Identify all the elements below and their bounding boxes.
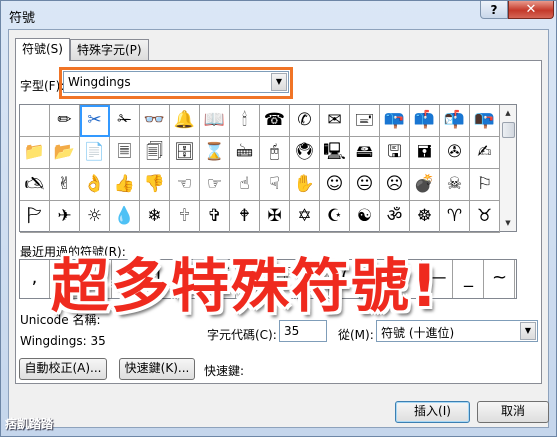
symbol-cell[interactable]: ☠ xyxy=(440,169,470,201)
symbol-cell[interactable]: 😐 xyxy=(350,169,380,201)
symbol-cell[interactable]: 🖃 xyxy=(350,105,380,137)
symbol-cell[interactable]: 🗐 xyxy=(140,137,170,169)
symbol-cell[interactable]: ॐ xyxy=(380,201,410,233)
symbol-cell[interactable]: 📁 xyxy=(20,137,50,169)
scroll-thumb[interactable] xyxy=(502,122,515,138)
symbol-cell[interactable]: ✍ xyxy=(470,137,500,169)
symbol-cell[interactable]: 🏱 xyxy=(20,201,50,233)
symbol-cell[interactable]: ✡ xyxy=(290,201,320,233)
symbol-cell[interactable]: ✈ xyxy=(50,201,80,233)
symbol-cell[interactable]: ✞ xyxy=(200,201,230,233)
symbol-cell[interactable]: 👍 xyxy=(110,169,140,201)
from-select[interactable]: 符號 (十進位) ▼ xyxy=(376,320,538,342)
close-button[interactable]: ✕ xyxy=(508,1,554,19)
char-code-label: 字元代碼(C): xyxy=(207,328,277,342)
overlay-banner: 超多特殊符號! xyxy=(51,252,440,320)
char-description: Wingdings: 35 xyxy=(20,334,106,348)
tab-symbols[interactable]: 符號(S) xyxy=(15,38,70,61)
chevron-down-icon[interactable]: ▼ xyxy=(520,322,536,340)
symbol-cell[interactable]: ☎ xyxy=(260,105,290,137)
symbol-cell[interactable]: 🖫 xyxy=(380,137,410,169)
symbol-cell[interactable]: 🔔 xyxy=(170,105,200,137)
symbol-cell[interactable]: ☪ xyxy=(320,201,350,233)
scroll-down-icon[interactable]: ▼ xyxy=(500,215,516,231)
symbol-cell[interactable]: 🖳 xyxy=(320,137,350,169)
symbol-cell[interactable]: 🖬 xyxy=(410,137,440,169)
autocorrect-button[interactable]: 自動校正(A)... xyxy=(19,358,107,380)
symbol-cell[interactable]: ☺ xyxy=(320,169,350,201)
tab-special-characters[interactable]: 特殊字元(P) xyxy=(70,39,149,60)
symbol-cell[interactable]: 🗄 xyxy=(170,137,200,169)
char-code-input[interactable]: 35 xyxy=(279,320,327,342)
unicode-name-label: Unicode 名稱: xyxy=(20,313,101,327)
symbol-cell[interactable]: ✆ xyxy=(290,105,320,137)
symbol-cell[interactable]: ✂ xyxy=(80,105,110,137)
symbol-cell[interactable]: ☯ xyxy=(350,201,380,233)
help-button[interactable]: ? xyxy=(480,1,508,19)
symbol-cell[interactable]: 📭 xyxy=(470,105,500,137)
symbol-cell[interactable]: ♈ xyxy=(440,201,470,233)
symbol-cell[interactable]: ☜ xyxy=(170,169,200,201)
symbol-cell[interactable]: ❄ xyxy=(140,201,170,233)
symbol-cell[interactable]: ☝ xyxy=(230,169,260,201)
symbol-cell[interactable]: ☼ xyxy=(80,201,110,233)
symbol-cell[interactable]: 💧 xyxy=(110,201,140,233)
shortcut-key-button[interactable]: 快速鍵(K)... xyxy=(119,358,195,380)
symbol-cell[interactable]: 🕈 xyxy=(230,201,260,233)
symbol-cell[interactable]: 💣 xyxy=(410,169,440,201)
symbol-cell[interactable]: ⚐ xyxy=(470,169,500,201)
scroll-up-icon[interactable]: ▲ xyxy=(500,105,516,121)
symbol-cell[interactable]: 📬 xyxy=(440,105,470,137)
symbol-cell[interactable]: 🖲 xyxy=(290,137,320,169)
from-label: 從(M): xyxy=(338,328,374,342)
symbol-cell[interactable]: 🗏 xyxy=(110,137,140,169)
symbol-cell[interactable]: 🕯 xyxy=(230,105,260,137)
symbol-cell[interactable]: 🖎 xyxy=(20,169,50,201)
symbol-cell[interactable]: ✠ xyxy=(260,201,290,233)
symbol-cell[interactable]: ♉ xyxy=(470,201,500,233)
symbol-dialog: 符號 ? ✕ 符號(S) 特殊字元(P) 字型(F): Wingdings ▼ … xyxy=(0,0,557,437)
symbol-cell[interactable]: 🖮 xyxy=(230,137,260,169)
shortcut-label: 快速鍵: xyxy=(204,364,245,378)
symbol-cell[interactable]: ✉ xyxy=(320,105,350,137)
font-label: 字型(F): xyxy=(20,79,65,93)
title-bar: 符號 ? ✕ xyxy=(1,1,556,29)
symbol-cell[interactable]: 📫 xyxy=(410,105,440,137)
symbol-cell[interactable]: 🖴 xyxy=(350,137,380,169)
symbol-cell[interactable]: ☞ xyxy=(200,169,230,201)
symbol-cell[interactable]: ☹ xyxy=(380,169,410,201)
window-title: 符號 xyxy=(9,11,36,26)
symbol-cell[interactable] xyxy=(20,105,50,137)
symbol-cell[interactable]: 👓 xyxy=(140,105,170,137)
symbol-cell[interactable]: 📂 xyxy=(50,137,80,169)
watermark: 痞凱踏踏 xyxy=(5,417,54,431)
symbol-cell[interactable]: 👌 xyxy=(80,169,110,201)
symbol-cell[interactable]: ⌛ xyxy=(200,137,230,169)
from-select-value: 符號 (十進位) xyxy=(381,326,455,340)
symbol-cell[interactable]: ☸ xyxy=(410,201,440,233)
symbol-cell[interactable]: ✁ xyxy=(110,105,140,137)
cancel-button[interactable]: 取消 xyxy=(477,401,549,423)
font-highlight-box xyxy=(59,67,293,99)
symbol-cell[interactable]: ✌ xyxy=(50,169,80,201)
symbol-cell[interactable]: 📪 xyxy=(380,105,410,137)
symbol-cell[interactable]: 📖 xyxy=(200,105,230,137)
insert-button[interactable]: 插入(I) xyxy=(395,401,470,423)
symbol-cell[interactable]: ☟ xyxy=(260,169,290,201)
recent-symbol-cell[interactable]: , xyxy=(20,260,50,298)
symbol-cell[interactable]: 🖰 xyxy=(260,137,290,169)
symbol-grid-scrollbar[interactable]: ▲ ▼ xyxy=(500,104,517,232)
symbol-cell[interactable]: ✏ xyxy=(50,105,80,137)
symbol-cell[interactable]: 📄 xyxy=(80,137,110,169)
symbol-cell[interactable]: ✋ xyxy=(290,169,320,201)
symbol-cell[interactable]: 👎 xyxy=(140,169,170,201)
symbol-cell[interactable]: 🕆 xyxy=(170,201,200,233)
symbol-grid: ✏ ✂ ✁ 👓 🔔 📖 🕯 ☎ ✆ ✉ 🖃 📪 📫 📬 📭 📁 📂 📄 🗏 🗐 🗄 ⌛ 🖮 🖰 🖲 🖳 🖴 🖫 🖬 ✇ ✍ 🖎 ✌ 👌 👍 👎 ☜ ☞ ☝ ☟… xyxy=(19,104,500,233)
symbol-cell[interactable]: ✇ xyxy=(440,137,470,169)
